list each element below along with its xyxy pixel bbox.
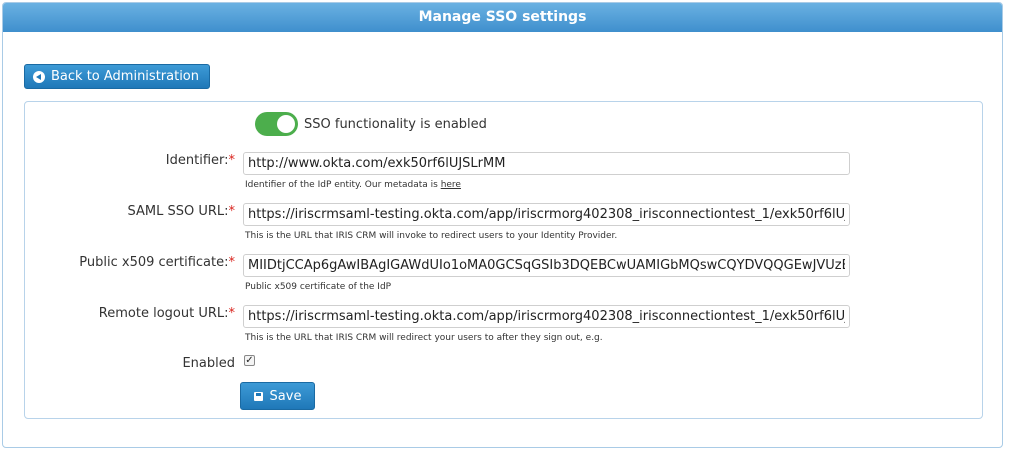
back-button-label: Back to Administration [51,69,200,84]
enabled-label: Enabled [182,356,235,371]
saml-sso-url-help: This is the URL that IRIS CRM will invok… [245,231,618,241]
back-to-administration-button[interactable]: Back to Administration [24,64,211,89]
saml-sso-url-label: SAML SSO URL:* [127,204,236,219]
required-asterisk: * [228,255,236,270]
certificate-help: Public x509 certificate of the IdP [245,282,392,292]
arrow-left-circle-icon [33,70,45,83]
saml-sso-url-input[interactable] [243,203,850,226]
logout-url-help: This is the URL that IRIS CRM will redir… [245,333,603,343]
logout-url-input[interactable] [243,305,850,328]
certificate-input[interactable] [243,254,850,277]
logout-url-label: Remote logout URL:* [98,306,236,321]
save-button-label: Save [269,388,302,404]
sso-toggle-label: SSO functionality is enabled [304,116,487,132]
sso-settings-panel: Manage SSO settings Back to Administrati… [2,2,1003,448]
enabled-checkbox[interactable]: ✓ [244,355,255,366]
sso-form: SSO functionality is enabled Identifier:… [24,101,983,419]
panel-title: Manage SSO settings [3,3,1002,32]
identifier-input[interactable] [243,152,850,175]
required-asterisk: * [228,306,236,321]
save-button[interactable]: Save [240,382,315,410]
metadata-here-link[interactable]: here [441,180,461,190]
sso-toggle-row: SSO functionality is enabled [255,112,487,136]
floppy-disk-icon [253,391,263,401]
identifier-help: Identifier of the IdP entity. Our metada… [245,180,461,190]
required-asterisk: * [228,204,236,219]
certificate-label: Public x509 certificate:* [79,255,236,270]
identifier-label: Identifier:* [165,153,236,168]
required-asterisk: * [228,153,236,168]
sso-enabled-toggle[interactable] [255,112,298,136]
